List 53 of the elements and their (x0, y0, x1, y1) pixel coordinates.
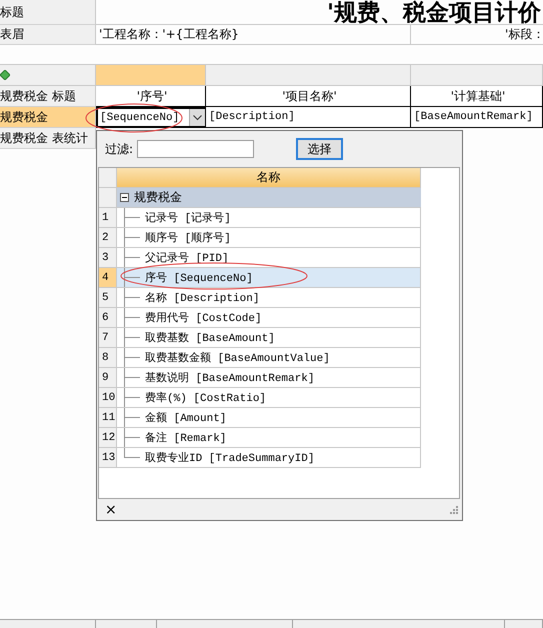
field-item[interactable]: 基数说明 [BaseAmountRemark] (117, 368, 421, 387)
chevron-down-icon (193, 114, 202, 120)
field-item[interactable]: 取费专业ID [TradeSummaryID] (117, 448, 421, 467)
field-item[interactable]: 名称 [Description] (117, 288, 421, 307)
report-title: '规费、税金项目计价 (96, 0, 543, 25)
field-item[interactable]: 顺序号 [顺序号] (117, 228, 421, 247)
column-caption: '序号' (96, 86, 206, 107)
field-item[interactable]: 记录号 [记录号] (117, 208, 421, 227)
band-label[interactable]: 规费税金 (0, 107, 96, 128)
column-header: 名称 (117, 168, 421, 187)
collapse-icon[interactable] (120, 193, 129, 202)
header-cell: '工程名称：'+{工程名称} (96, 25, 411, 45)
band-label[interactable]: 规费税金 表统计 (0, 128, 96, 149)
row-number: 6 (99, 308, 117, 327)
field-dropdown[interactable]: [SequenceNo] (96, 107, 206, 128)
field-item[interactable]: 取费基数 [BaseAmount] (117, 328, 421, 347)
field-item[interactable]: 费用代号 [CostCode] (117, 308, 421, 327)
field-item[interactable]: 备注 [Remark] (117, 428, 421, 447)
row-number: 5 (99, 288, 117, 307)
field-cell: [BaseAmountRemark] (411, 107, 543, 128)
field-cell: [Description] (206, 107, 411, 128)
row-number: 2 (99, 228, 117, 247)
row-number: 7 (99, 328, 117, 347)
row-number: 3 (99, 248, 117, 267)
filter-label: 过滤: (105, 140, 134, 158)
band-label: 表眉 (0, 25, 96, 45)
field-item[interactable]: 序号 [SequenceNo] (117, 268, 421, 287)
row-number: 10 (99, 388, 117, 407)
resize-grip-icon[interactable] (450, 506, 458, 514)
row-number: 9 (99, 368, 117, 387)
band-label: 标题 (0, 0, 96, 25)
field-item[interactable]: 取费基数金额 [BaseAmountValue] (117, 348, 421, 367)
header-cell: '标段： (411, 25, 543, 45)
select-button[interactable]: 选择 (296, 138, 344, 160)
row-number: 1 (99, 208, 117, 227)
field-item[interactable]: 父记录号 [PID] (117, 248, 421, 267)
tree-group-row[interactable]: 规费税金 (117, 188, 421, 207)
field-item[interactable]: 金额 [Amount] (117, 408, 421, 427)
row-number: 4 (99, 268, 117, 287)
row-number: 11 (99, 408, 117, 427)
diamond-icon (0, 70, 10, 80)
row-number: 13 (99, 448, 117, 467)
filter-input[interactable] (137, 140, 254, 158)
column-selector[interactable] (206, 65, 411, 86)
column-caption: '项目名称' (206, 86, 411, 107)
column-selector[interactable] (411, 65, 543, 86)
band-label[interactable]: 规费税金 标题 (0, 86, 96, 107)
field-item[interactable]: 费率(%) [CostRatio] (117, 388, 421, 407)
group-label: 规费税金 (134, 189, 182, 206)
row-number: 12 (99, 428, 117, 447)
row-number: 8 (99, 348, 117, 367)
column-caption: '计算基础' (411, 86, 543, 107)
close-button[interactable]: × (105, 502, 117, 518)
